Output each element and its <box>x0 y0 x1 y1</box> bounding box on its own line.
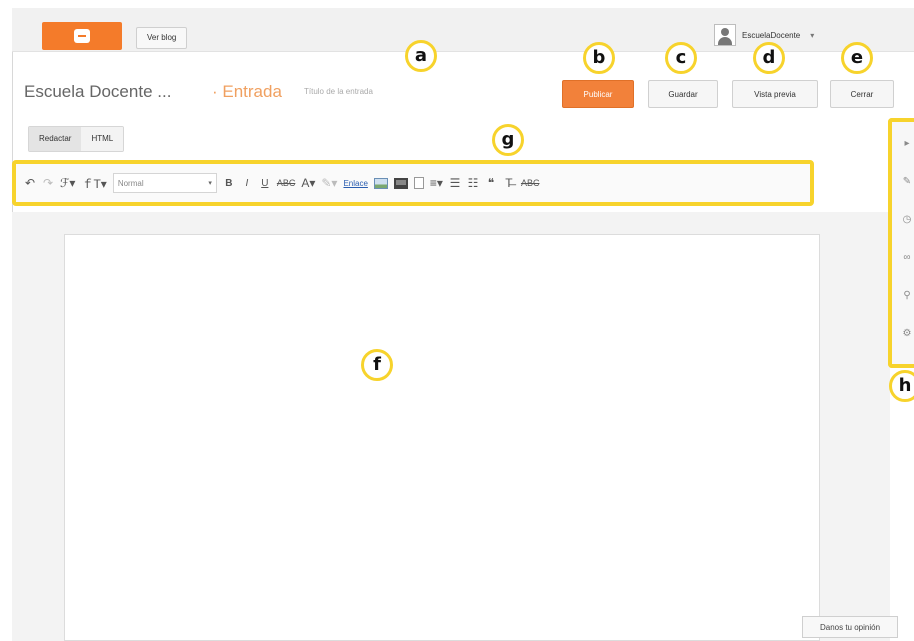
text-color-icon[interactable]: A▾ <box>301 175 315 191</box>
tab-compose[interactable]: Redactar <box>29 127 82 151</box>
font-family-icon[interactable]: ℱ▾ <box>60 175 75 191</box>
post-settings-panel: ▸ ✎ ◷ ∞ ⚲ ⚙ <box>888 118 914 368</box>
numbered-list-icon[interactable]: ☰ <box>449 175 461 191</box>
chevron-down-icon: ▾ <box>810 30 815 40</box>
underline-icon[interactable]: U <box>259 175 271 191</box>
callout-marker-a: a <box>405 40 437 72</box>
preview-button[interactable]: Vista previa <box>732 80 818 108</box>
video-icon[interactable] <box>393 177 408 189</box>
chevron-down-icon: ▾ <box>208 180 212 187</box>
save-button[interactable]: Guardar <box>648 80 718 108</box>
avatar-icon <box>714 24 736 46</box>
callout-marker-e: e <box>841 42 873 74</box>
link-button[interactable]: Enlace <box>343 179 367 188</box>
callout-marker-b: b <box>583 42 615 74</box>
callout-marker-f: f <box>361 349 393 381</box>
formatting-toolbar: ↶ ↷ ℱ▾ ｆT▾ Normal ▾ B I U ABC A▾ ✎▾ Enla… <box>12 160 814 206</box>
schedule-icon[interactable]: ◷ <box>900 212 914 226</box>
close-button[interactable]: Cerrar <box>830 80 894 108</box>
spellcheck-icon[interactable]: ABC <box>521 175 540 191</box>
clear-format-icon[interactable]: T̶ <box>503 175 515 191</box>
undo-icon[interactable]: ↶ <box>24 175 36 191</box>
expand-icon[interactable]: ▸ <box>900 136 914 150</box>
blogger-logo-icon <box>74 29 90 43</box>
jump-break-icon[interactable] <box>413 177 424 189</box>
callout-marker-h: h <box>889 370 914 402</box>
callout-marker-d: d <box>753 42 785 74</box>
callout-marker-g: g <box>492 124 524 156</box>
location-icon[interactable]: ⚲ <box>900 288 914 302</box>
redo-icon[interactable]: ↷ <box>42 175 54 191</box>
highlight-color-icon[interactable]: ✎▾ <box>321 175 337 191</box>
entry-label: · Entrada <box>212 82 282 101</box>
view-blog-button[interactable]: Ver blog <box>136 27 188 49</box>
post-body-editor[interactable] <box>64 234 820 641</box>
editor-mode-tabs: Redactar HTML <box>28 126 125 152</box>
font-size-icon[interactable]: ｆT▾ <box>81 175 106 191</box>
user-name: EscuelaDocente <box>742 30 801 40</box>
italic-icon[interactable]: I <box>241 175 253 191</box>
blogger-logo-button[interactable] <box>42 22 122 50</box>
feedback-button[interactable]: Danos tu opinión <box>802 616 898 638</box>
publish-button[interactable]: Publicar <box>562 80 634 108</box>
quote-icon[interactable]: ❝ <box>485 175 497 191</box>
image-icon[interactable] <box>373 177 388 189</box>
post-title-input[interactable] <box>304 80 532 102</box>
callout-marker-c: c <box>665 42 697 74</box>
tab-html[interactable]: HTML <box>81 127 124 151</box>
bulleted-list-icon[interactable]: ☷ <box>467 175 479 191</box>
blog-name: Escuela Docente ... <box>24 82 172 101</box>
format-select-value: Normal <box>117 178 144 188</box>
bold-icon[interactable]: B <box>223 175 235 191</box>
strikethrough-icon[interactable]: ABC <box>277 175 296 191</box>
format-select[interactable]: Normal ▾ <box>112 173 217 193</box>
label-icon[interactable]: ✎ <box>900 174 914 188</box>
permalink-icon[interactable]: ∞ <box>900 250 914 264</box>
options-gear-icon[interactable]: ⚙ <box>900 326 914 340</box>
align-icon[interactable]: ≡▾ <box>430 175 443 191</box>
